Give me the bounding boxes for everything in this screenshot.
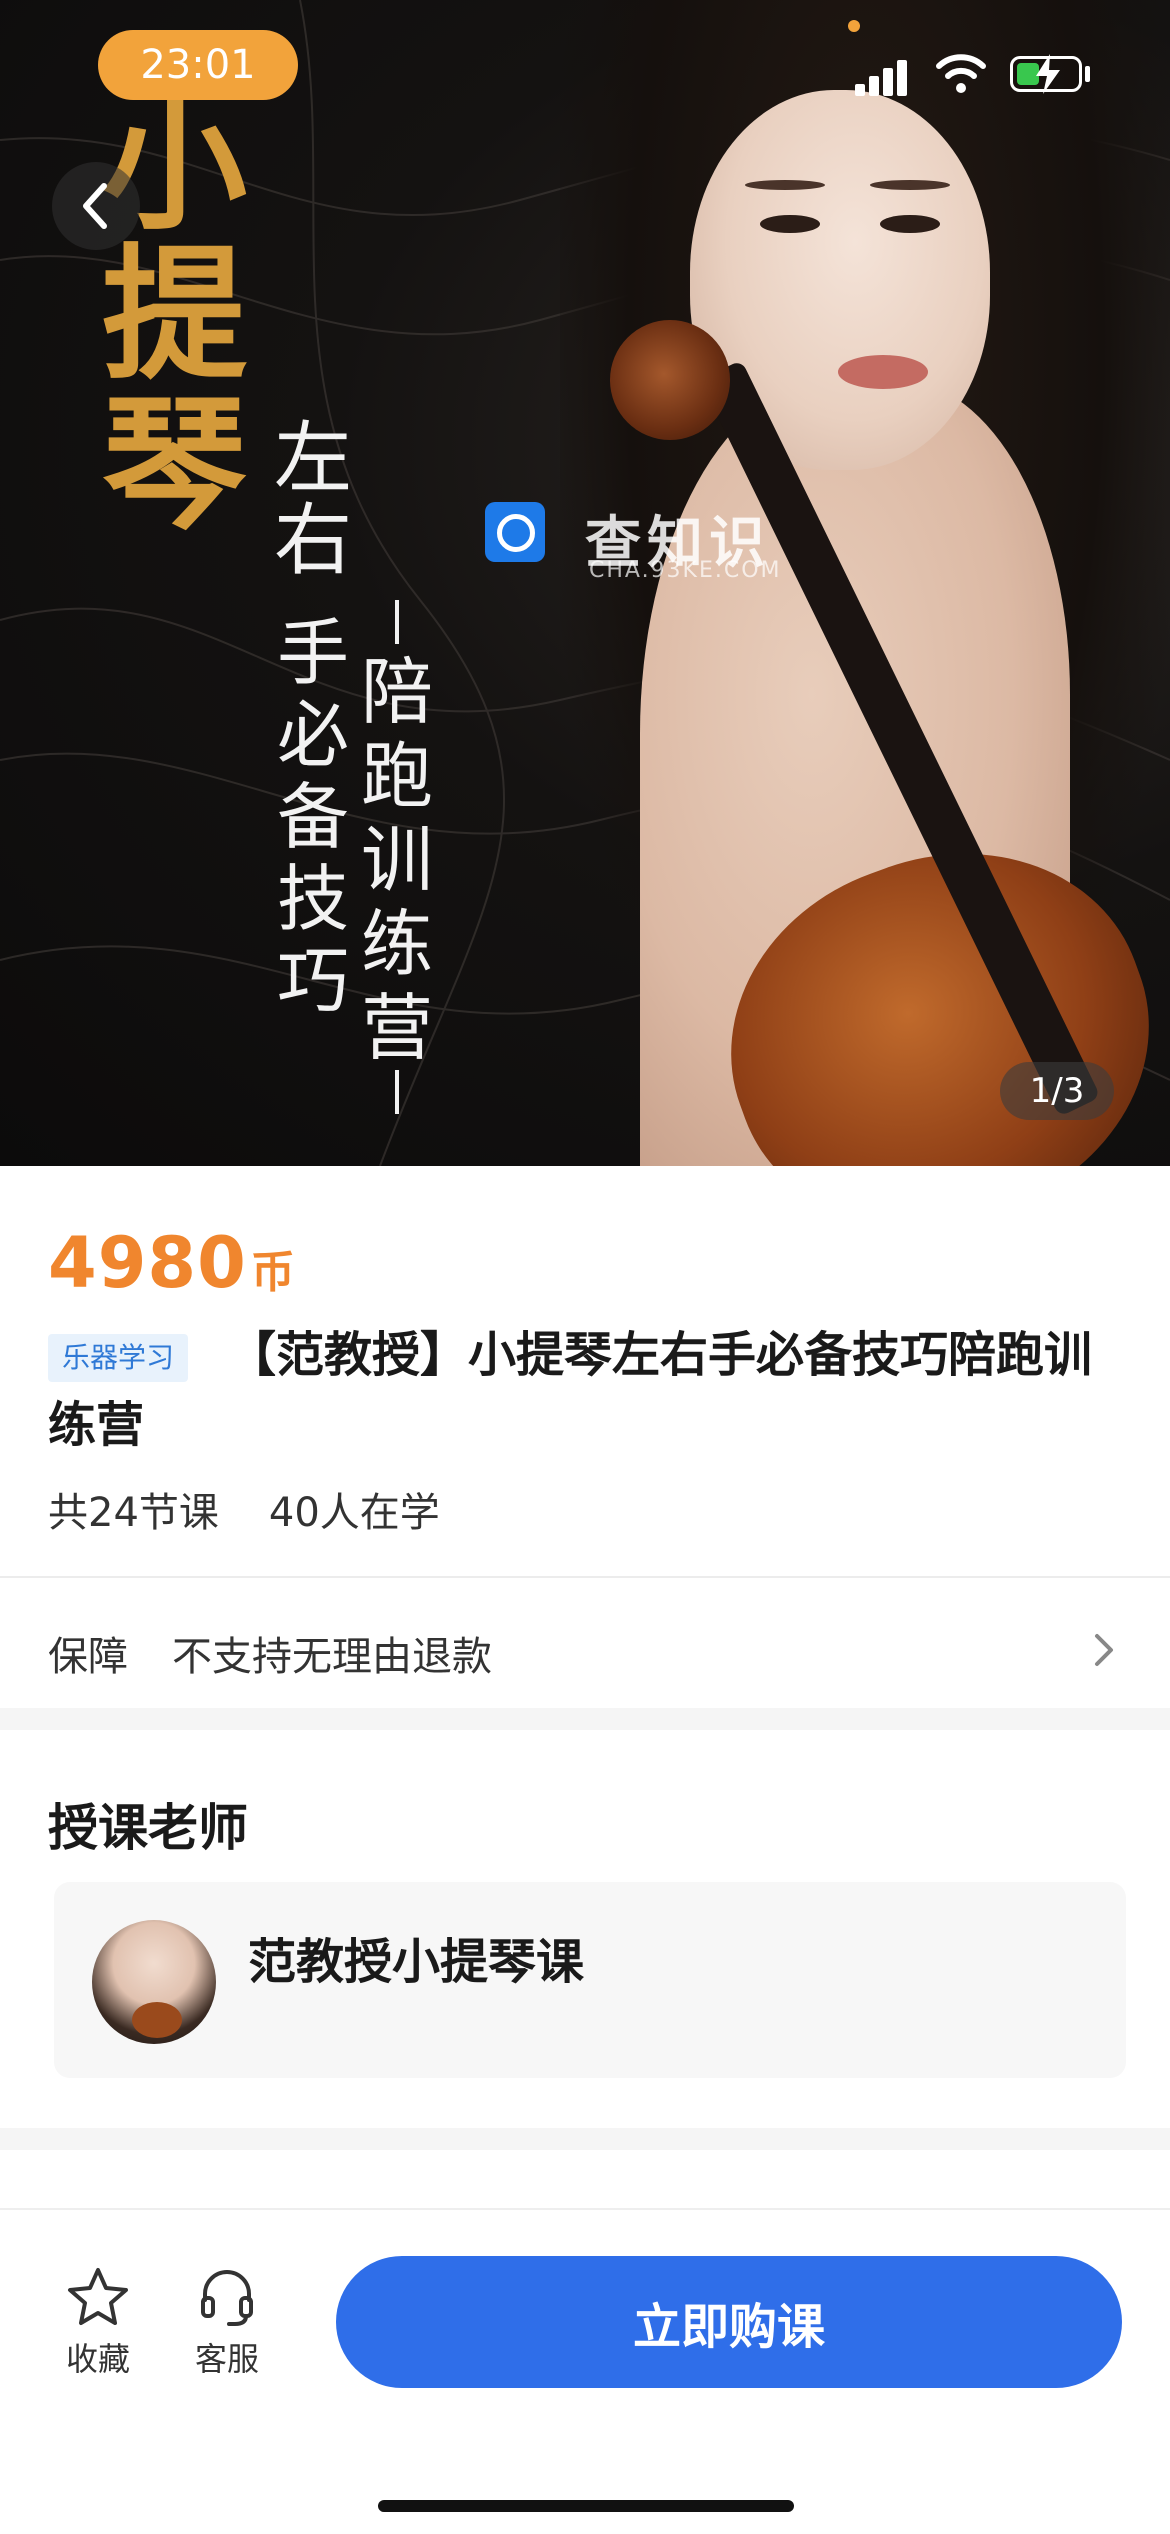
portrait-brow (870, 180, 950, 190)
watermark-logo-icon (485, 502, 545, 562)
carousel-page-indicator: 1/3 (1000, 1062, 1114, 1120)
hero-subtitle-char: 右 (273, 496, 352, 586)
dash-divider (395, 600, 399, 644)
hero-subtitle-char: 训 (360, 818, 433, 902)
hero-title-char: 琴 (102, 380, 247, 550)
hero-subtitle-char: 跑 (360, 734, 433, 818)
charging-bolt-icon (1036, 54, 1060, 94)
hero-subtitle-char: 练 (360, 902, 433, 986)
hero-subtitle-char: 技 (276, 857, 349, 941)
cellular-signal-icon (855, 56, 915, 96)
price-unit: 币 (250, 1247, 295, 1298)
section-gap (0, 1708, 1170, 1730)
teacher-name: 范教授小提琴课 (248, 1934, 585, 1990)
lesson-count: 共24节课 (48, 1490, 219, 1536)
hero-subtitle-char: 手 (276, 611, 349, 695)
watermark-sub: CHA.93KE.COM (589, 558, 782, 583)
learner-count: 40人在学 (268, 1490, 440, 1536)
back-button[interactable] (52, 162, 140, 250)
chevron-left-icon (83, 183, 107, 229)
hero-title-char: 提 (102, 230, 247, 400)
dash-divider (395, 1070, 399, 1114)
guarantee-value: 不支持无理由退款 (172, 1634, 492, 1680)
hero-subtitle-top: 左 右 (268, 418, 358, 582)
guarantee-label: 保障 (48, 1634, 128, 1680)
hero-subtitle-char: 左 (273, 414, 352, 504)
violin-scroll (610, 320, 730, 440)
headset-icon (201, 2270, 253, 2326)
buy-now-button[interactable]: 立即购课 (336, 2256, 1122, 2388)
portrait-brow (745, 180, 825, 190)
chevron-right-icon[interactable] (1092, 1632, 1116, 1668)
hero-title: 小 提 琴 (102, 90, 262, 540)
favorite-button[interactable]: 收藏 (48, 2266, 148, 2380)
hero-image-carousel[interactable]: 小 提 琴 左 右 手 必 备 技 巧 陪 跑 训 练 营 查知识 CHA.93… (0, 0, 1170, 1166)
course-price: 4980币 (48, 1222, 295, 1304)
star-icon (68, 2268, 128, 2325)
course-meta: 共24节课 40人在学 (48, 1480, 440, 1538)
bottom-action-bar: 收藏 客服 立即购课 (0, 2208, 1170, 2534)
guarantee-row[interactable]: 保障 不支持无理由退款 (48, 1624, 492, 1682)
hero-subtitle-char: 营 (360, 986, 433, 1070)
favorite-label: 收藏 (65, 2340, 130, 2378)
hero-subtitle-char: 巧 (276, 939, 349, 1023)
portrait-eye (880, 215, 940, 233)
hero-subtitle-left: 手 必 备 技 巧 (268, 612, 358, 1022)
portrait-lips (838, 355, 928, 389)
teacher-avatar (92, 1920, 216, 2044)
section-gap (0, 2128, 1170, 2150)
portrait-eye (760, 215, 820, 233)
hero-subtitle-char: 陪 (360, 650, 433, 734)
hero-subtitle-char: 必 (276, 693, 349, 777)
status-time: 23:01 (98, 30, 298, 100)
price-value: 4980 (48, 1222, 247, 1304)
category-tag: 乐器学习 (48, 1334, 189, 1382)
divider (0, 1576, 1170, 1578)
home-indicator[interactable] (378, 2500, 794, 2512)
privacy-indicator-dot (848, 20, 860, 32)
wifi-icon (936, 54, 986, 93)
course-title: 【范教授】小提琴左右手必备技巧陪跑训练营 (48, 1327, 1093, 1453)
teacher-section-title: 授课老师 (48, 1799, 248, 1857)
watermark: 查知识 CHA.93KE.COM (485, 502, 815, 592)
hero-subtitle-char: 备 (276, 775, 349, 859)
customer-service-button[interactable]: 客服 (177, 2266, 277, 2380)
service-label: 客服 (194, 2340, 259, 2378)
hero-subtitle-right: 陪 跑 训 练 营 (352, 600, 442, 1120)
battery-cap (1085, 66, 1090, 82)
teacher-card[interactable]: 范教授小提琴课 (54, 1882, 1126, 2078)
